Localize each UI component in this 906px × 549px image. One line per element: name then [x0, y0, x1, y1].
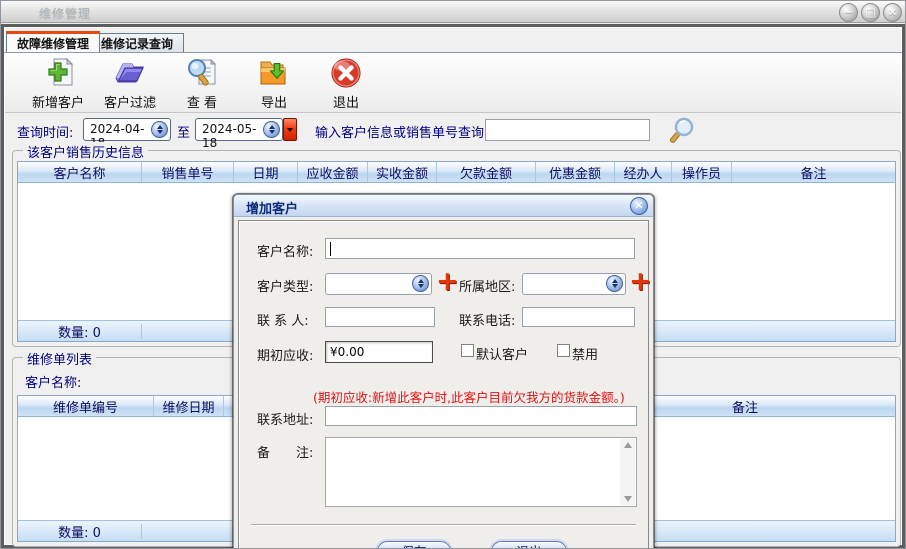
column-header[interactable]: 日期 [233, 162, 297, 182]
filter-customer-icon [113, 56, 147, 90]
default-customer-label: 默认客户 [476, 344, 528, 363]
column-header[interactable]: 经办人 [614, 162, 671, 182]
default-customer-checkbox[interactable] [461, 344, 474, 357]
repair-list-title: 维修单列表 [23, 349, 96, 368]
query-row: 查询时间: 2024-04-18 至 2024-05-18 输入客户信息或销售单… [5, 115, 901, 145]
dialog-title-bar: 增加客户 ✕ [234, 195, 653, 217]
add-customer-icon [41, 56, 75, 90]
address-label: 联系地址: [257, 409, 313, 428]
customer-type-label: 客户类型: [257, 276, 313, 295]
date-spinner-icon[interactable] [151, 121, 168, 138]
disable-label: 禁用 [572, 344, 598, 363]
view-button[interactable]: 查 看 [165, 56, 239, 110]
region-dropdown[interactable] [522, 273, 626, 295]
phone-label: 联系电话: [459, 310, 515, 329]
dialog-exit-button[interactable]: 退出(Esc) [491, 541, 567, 549]
add-region-button[interactable]: + [629, 271, 652, 293]
column-header[interactable]: 操作员 [671, 162, 731, 182]
column-header[interactable]: 销售单号 [141, 162, 233, 182]
column-header[interactable]: 应收金额 [297, 162, 367, 182]
repair-count: 数量: 0 [18, 522, 141, 541]
view-icon [185, 56, 219, 90]
dialog-close-button[interactable]: ✕ [630, 197, 648, 215]
export-button[interactable]: 导出 [237, 56, 311, 110]
scroll-down-icon[interactable] [624, 496, 632, 502]
export-icon [257, 56, 291, 90]
exit-icon [329, 56, 363, 90]
toolbar-button-label: 客户过滤 [93, 92, 167, 111]
column-header[interactable]: 客户名称 [18, 162, 141, 182]
text-caret [330, 242, 331, 256]
dialog-body: 客户名称: 客户类型: + 所属地区: + 联 系 人: 联系电话: 期初应收:… [238, 220, 649, 549]
region-label: 所属地区: [459, 276, 515, 295]
column-header[interactable]: 维修日期 [153, 396, 223, 416]
scroll-up-icon[interactable] [624, 442, 632, 448]
save-button[interactable]: 保存(F5) [377, 541, 451, 549]
initial-receivable-input[interactable]: ¥0.00 [325, 341, 433, 363]
search-label: 输入客户信息或销售单号查询: [315, 122, 488, 141]
minimize-button[interactable]: ─ [839, 3, 858, 22]
column-header[interactable]: 优惠金额 [535, 162, 614, 182]
address-input[interactable] [325, 406, 637, 426]
filter-customer-button[interactable]: 客户过滤 [93, 56, 167, 110]
app-window: 维修管理 ─ □ ✕ 故障维修管理 维修记录查询 新增客户 [0, 0, 906, 549]
date-to-value: 2024-05-18 [202, 122, 256, 150]
customer-type-dropdown[interactable] [325, 273, 432, 295]
add-customer-type-button[interactable]: + [436, 271, 459, 293]
toolbar-button-label: 导出 [237, 92, 311, 111]
toolbar-button-label: 查 看 [165, 92, 239, 111]
search-input[interactable] [485, 119, 650, 141]
dropdown-spinner-icon[interactable] [412, 275, 429, 292]
initial-receivable-label: 期初应收: [257, 345, 313, 364]
tab-record-query[interactable]: 维修记录查询 [90, 33, 184, 52]
dialog-title: 增加客户 [246, 198, 298, 217]
sales-table-header: 客户名称 销售单号 日期 应收金额 实收金额 欠款金额 优惠金额 经办人 操作员… [18, 162, 895, 183]
customer-name-label: 客户名称: [257, 241, 313, 260]
date-to-picker[interactable]: 2024-05-18 [195, 118, 283, 141]
date-dropdown-button[interactable] [283, 118, 297, 141]
dropdown-spinner-icon[interactable] [606, 275, 623, 292]
toolbar-button-label: 退出 [309, 92, 383, 111]
search-magnifier-icon[interactable] [667, 116, 697, 149]
initial-receivable-hint: (期初应收:新增此客户时,此客户目前欠我方的货款金额。) [313, 387, 625, 406]
tab-fault-repair[interactable]: 故障维修管理 [6, 31, 100, 52]
contact-input[interactable] [325, 307, 435, 327]
repair-customer-label: 客户名称: [25, 372, 81, 391]
date-from-picker[interactable]: 2024-04-18 [83, 118, 171, 141]
between-label: 至 [177, 122, 190, 141]
column-header[interactable]: 欠款金额 [436, 162, 535, 182]
add-customer-dialog: 增加客户 ✕ 客户名称: 客户类型: + 所属地区: + 联 系 人: 联系电话… [233, 194, 654, 549]
add-customer-button[interactable]: 新增客户 [21, 56, 95, 110]
column-header[interactable]: 备注 [731, 162, 895, 182]
exit-button[interactable]: 退出 [309, 56, 383, 110]
customer-name-input[interactable] [325, 238, 635, 259]
sales-count: 数量: 0 [18, 322, 141, 341]
contact-label: 联 系 人: [257, 310, 309, 329]
close-button[interactable]: ✕ [883, 3, 902, 22]
phone-input[interactable] [522, 307, 635, 327]
date-spinner-icon[interactable] [263, 121, 280, 138]
window-title: 维修管理 [39, 5, 91, 22]
maximize-button[interactable]: □ [861, 3, 880, 22]
toolbar: 新增客户 客户过滤 [5, 53, 901, 113]
toolbar-button-label: 新增客户 [21, 92, 95, 111]
remark-label: 备 注: [257, 442, 313, 461]
query-time-label: 查询时间: [17, 122, 73, 141]
column-header[interactable]: 维修单编号 [18, 396, 153, 416]
disable-checkbox[interactable] [557, 344, 570, 357]
scrollbar[interactable] [620, 439, 635, 505]
title-bar: 维修管理 ─ □ ✕ [1, 1, 905, 23]
sales-history-title: 该客户销售历史信息 [23, 142, 148, 161]
dialog-divider [251, 524, 636, 525]
column-header[interactable]: 实收金额 [367, 162, 436, 182]
remark-textarea[interactable] [325, 437, 637, 507]
